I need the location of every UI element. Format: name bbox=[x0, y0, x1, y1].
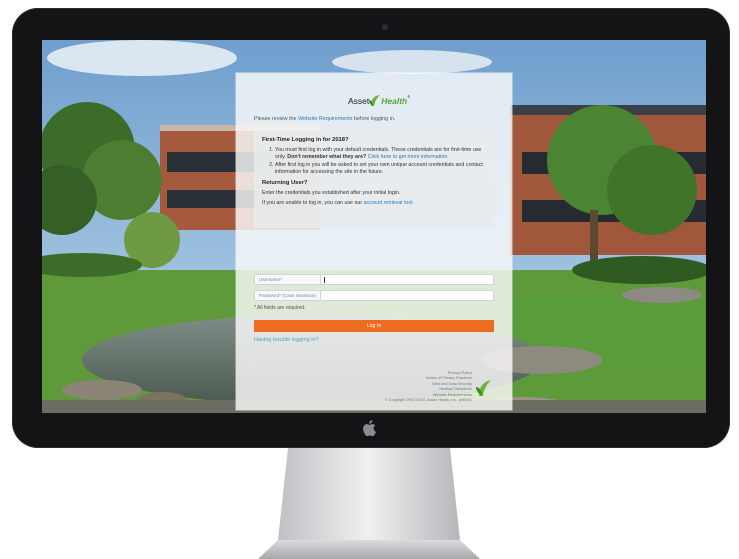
apple-logo-icon bbox=[363, 420, 376, 437]
first-time-step-1: You must first log in with your default … bbox=[275, 147, 486, 161]
returning-user-line-2: If you are unable to log in, you can use… bbox=[262, 200, 414, 206]
logo-mark: ® bbox=[407, 94, 411, 99]
first-time-info-box: First-Time Logging in for 2018? You must… bbox=[254, 131, 494, 228]
monitor-screen: Asset Health® Please review the Website … bbox=[42, 40, 706, 413]
username-field[interactable]: Username* bbox=[254, 274, 494, 285]
review-requirements-text: Please review the Website Requirements b… bbox=[254, 116, 396, 122]
returning-user-line-1: Enter the credentials you established af… bbox=[262, 190, 401, 196]
first-time-step-2: After first log in you will be asked to … bbox=[275, 162, 486, 176]
returning-user-heading: Returning User? bbox=[262, 180, 308, 186]
footer-links: Privacy Policy Notice of Privacy Practic… bbox=[385, 370, 472, 402]
camera-dot bbox=[382, 24, 388, 30]
footer-copyright: © Copyright 2007-2018, Asset Health, Inc… bbox=[384, 397, 472, 403]
logo-text-health: Health bbox=[381, 96, 408, 106]
account-retrieval-link[interactable]: account retrieval tool. bbox=[364, 200, 414, 206]
more-info-link[interactable]: Click here to get more information. bbox=[368, 154, 449, 160]
password-field[interactable]: Password* (Case Sensitive) bbox=[254, 290, 494, 301]
login-panel: Asset Health® Please review the Website … bbox=[236, 73, 512, 410]
username-label: Username* bbox=[255, 275, 321, 284]
asset-health-leaf-icon bbox=[369, 95, 381, 106]
password-label: Password* (Case Sensitive) bbox=[255, 291, 321, 300]
required-note: * All fields are required. bbox=[254, 305, 306, 311]
footer-leaf-icon bbox=[476, 380, 491, 396]
first-time-heading: First-Time Logging in for 2018? bbox=[262, 137, 349, 143]
login-button[interactable]: Log In bbox=[254, 320, 494, 332]
username-input[interactable] bbox=[325, 275, 493, 284]
password-input[interactable] bbox=[321, 291, 493, 300]
asset-health-logo: Asset Health® bbox=[348, 94, 410, 108]
trouble-logging-in-link[interactable]: Having trouble logging in? bbox=[254, 337, 319, 343]
monitor-stand bbox=[258, 448, 480, 559]
website-requirements-link[interactable]: Website Requirements bbox=[298, 116, 352, 122]
first-time-steps: You must first log in with your default … bbox=[262, 147, 486, 176]
logo-text-asset: Asset bbox=[348, 96, 370, 106]
dont-remember-text: Don't remember what they are? bbox=[287, 154, 367, 160]
